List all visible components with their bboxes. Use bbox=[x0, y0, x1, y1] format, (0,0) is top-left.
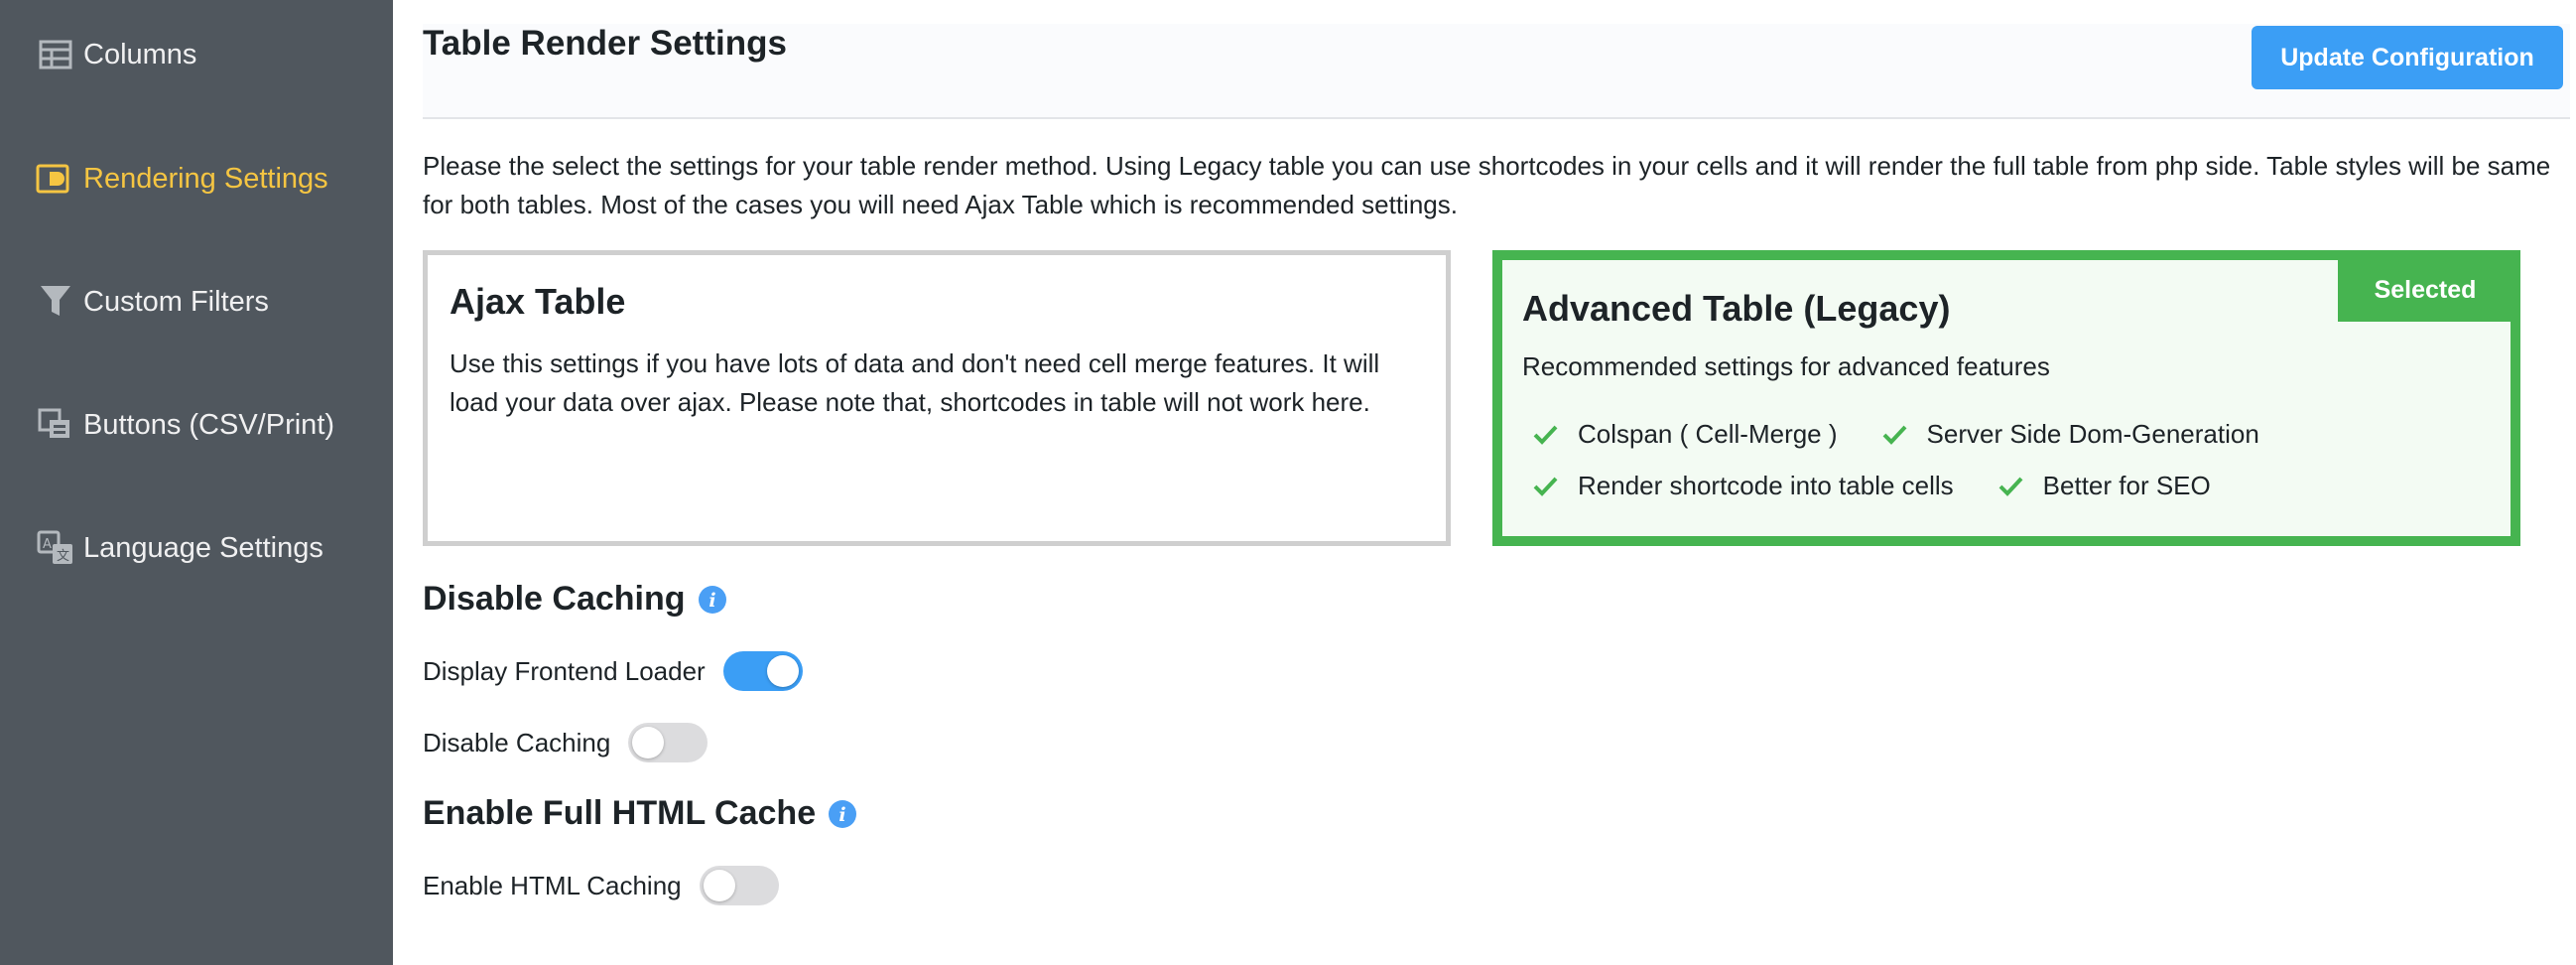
selected-badge: Selected bbox=[2338, 258, 2512, 322]
section-title-text: Disable Caching bbox=[423, 580, 686, 618]
intro-text: Please the select the settings for your … bbox=[423, 151, 2551, 219]
sidebar-item-label: Buttons (CSV/Print) bbox=[83, 408, 335, 441]
sidebar: Columns Rendering Settings Custom Filter… bbox=[0, 0, 393, 965]
feature-label: Render shortcode into table cells bbox=[1578, 470, 1954, 500]
toggle-knob bbox=[703, 870, 735, 901]
full-html-cache-heading: Enable Full HTML Cache i bbox=[423, 794, 857, 833]
advanced-table-description: Recommended settings for advanced featur… bbox=[1522, 351, 2050, 381]
language-icon: A文 bbox=[36, 528, 75, 568]
sidebar-item-label: Rendering Settings bbox=[83, 162, 328, 195]
svg-text:i: i bbox=[708, 590, 715, 612]
feature-label: Server Side Dom-Generation bbox=[1926, 418, 2259, 449]
enable-html-caching-row: Enable HTML Caching bbox=[423, 864, 779, 907]
ajax-table-title: Ajax Table bbox=[450, 281, 626, 322]
sidebar-item-rendering-settings[interactable]: Rendering Settings bbox=[36, 149, 328, 208]
setting-label: Display Frontend Loader bbox=[423, 655, 706, 686]
toggle-knob bbox=[632, 727, 665, 758]
buttons-icon bbox=[36, 405, 75, 445]
setting-label: Disable Caching bbox=[423, 727, 611, 758]
svg-text:文: 文 bbox=[57, 549, 69, 564]
feature-item: Server Side Dom-Generation bbox=[1871, 419, 2259, 450]
enable-html-caching-toggle[interactable] bbox=[699, 866, 779, 905]
disable-caching-row: Disable Caching bbox=[423, 721, 708, 764]
section-title-text: Enable Full HTML Cache bbox=[423, 794, 817, 832]
display-frontend-loader-toggle[interactable] bbox=[722, 651, 803, 691]
feature-item: Render shortcode into table cells bbox=[1522, 471, 1954, 501]
sidebar-item-custom-filters[interactable]: Custom Filters bbox=[36, 272, 269, 332]
sidebar-item-buttons[interactable]: Buttons (CSV/Print) bbox=[36, 395, 334, 455]
setting-label: Enable HTML Caching bbox=[423, 870, 682, 900]
feature-item: Better for SEO bbox=[1988, 471, 2211, 501]
sidebar-item-label: Columns bbox=[83, 38, 197, 70]
filter-icon bbox=[36, 282, 75, 322]
feature-label: Better for SEO bbox=[2042, 470, 2211, 500]
ajax-table-description: Use this settings if you have lots of da… bbox=[450, 348, 1380, 417]
sidebar-item-label: Language Settings bbox=[83, 531, 323, 564]
check-icon bbox=[1533, 425, 1558, 445]
render-icon bbox=[36, 159, 75, 199]
info-icon[interactable]: i bbox=[698, 585, 727, 615]
ajax-table-option[interactable]: Ajax Table Use this settings if you have… bbox=[423, 250, 1451, 546]
feature-row: Render shortcode into table cells Better… bbox=[1522, 460, 2491, 511]
feature-label: Colspan ( Cell-Merge ) bbox=[1578, 418, 1838, 449]
sidebar-item-language-settings[interactable]: A文 Language Settings bbox=[36, 518, 323, 578]
svg-text:i: i bbox=[839, 804, 846, 826]
info-icon[interactable]: i bbox=[828, 799, 857, 829]
advanced-table-option[interactable]: Selected Advanced Table (Legacy) Recomme… bbox=[1492, 250, 2520, 546]
feature-row: Colspan ( Cell-Merge ) Server Side Dom-G… bbox=[1522, 408, 2491, 460]
feature-item: Colspan ( Cell-Merge ) bbox=[1522, 419, 1838, 450]
toggle-knob bbox=[766, 655, 799, 687]
check-icon bbox=[1533, 477, 1558, 496]
page-title: Table Render Settings bbox=[423, 24, 787, 63]
sidebar-item-label: Custom Filters bbox=[83, 285, 269, 318]
sidebar-item-columns[interactable]: Columns bbox=[36, 25, 196, 84]
check-icon bbox=[1882, 425, 1906, 445]
disable-caching-toggle[interactable] bbox=[628, 723, 708, 762]
table-icon bbox=[36, 35, 75, 74]
update-configuration-button[interactable]: Update Configuration bbox=[2252, 26, 2563, 89]
svg-text:A: A bbox=[43, 537, 52, 552]
check-icon bbox=[1998, 477, 2023, 496]
disable-caching-heading: Disable Caching i bbox=[423, 580, 727, 619]
main-content: Table Render Settings Update Configurati… bbox=[393, 0, 2576, 965]
header-bar: Table Render Settings bbox=[423, 24, 2570, 119]
display-frontend-loader-row: Display Frontend Loader bbox=[423, 649, 803, 693]
